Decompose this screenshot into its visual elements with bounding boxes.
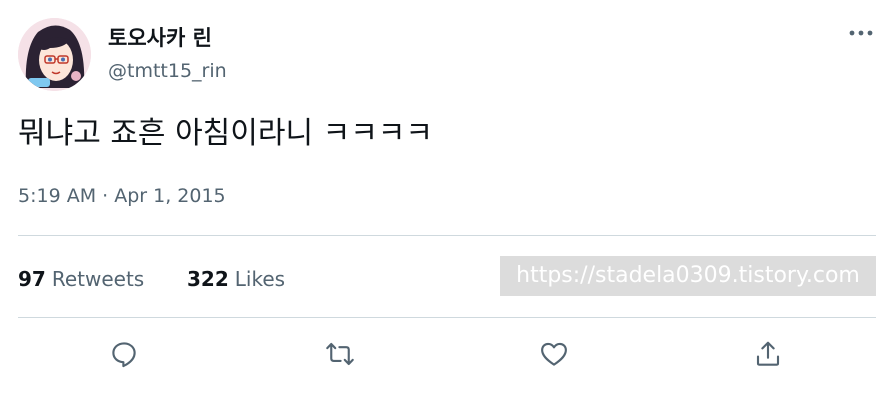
- divider: [18, 235, 876, 236]
- likes-stat[interactable]: 322 Likes: [187, 265, 285, 293]
- tweet-text: 뭐냐고 죠흔 아침이라니 ㅋㅋㅋㅋ: [18, 116, 434, 151]
- retweet-button[interactable]: [322, 336, 358, 372]
- watermark: https://stadela0309.tistory.com: [500, 256, 876, 296]
- retweet-icon: [326, 342, 354, 366]
- avatar-image: [18, 18, 91, 91]
- more-options-button[interactable]: [846, 20, 876, 46]
- tweet-timestamp[interactable]: 5:19 AM · Apr 1, 2015: [18, 183, 226, 209]
- share-icon: [756, 341, 780, 366]
- user-handle[interactable]: @tmtt15_rin: [108, 59, 227, 83]
- retweets-count: 97: [18, 267, 46, 291]
- retweets-stat[interactable]: 97 Retweets: [18, 265, 144, 293]
- likes-label: Likes: [234, 267, 286, 291]
- reply-button[interactable]: [106, 336, 142, 372]
- reply-icon: [112, 342, 136, 368]
- more-horizontal-icon: [849, 30, 873, 36]
- share-button[interactable]: [750, 336, 786, 372]
- retweets-label: Retweets: [51, 267, 145, 291]
- display-name[interactable]: 토오사카 린: [108, 24, 212, 52]
- likes-count: 322: [187, 267, 229, 291]
- heart-icon: [541, 342, 567, 366]
- like-button[interactable]: [536, 336, 572, 372]
- divider: [18, 317, 876, 318]
- avatar[interactable]: [18, 18, 91, 91]
